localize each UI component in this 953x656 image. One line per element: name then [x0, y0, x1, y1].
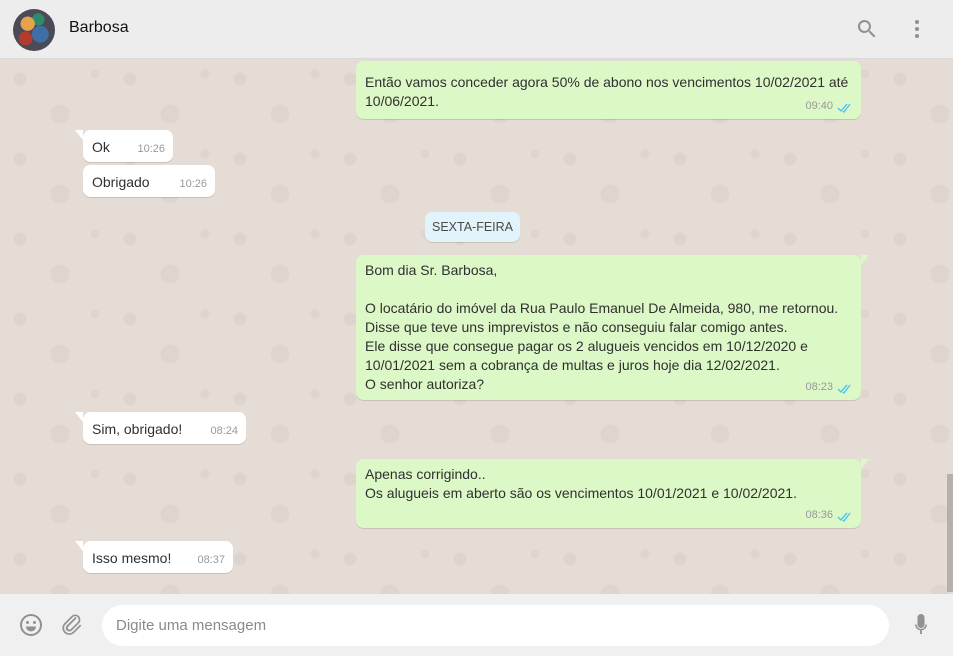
message-outgoing[interactable]: Então vamos conceder agora 50% de abono …	[356, 61, 861, 119]
contact-name[interactable]: Barbosa	[69, 19, 129, 37]
paperclip-icon[interactable]	[59, 612, 85, 638]
message-meta: 08:24	[210, 422, 238, 441]
kebab-menu-icon[interactable]	[905, 17, 929, 41]
message-list[interactable]: Então vamos conceder agora 50% de abono …	[0, 59, 953, 594]
message-incoming[interactable]: Obrigado 10:26	[83, 165, 215, 197]
message-time: 10:26	[179, 178, 207, 190]
message-meta: 10:26	[137, 140, 165, 159]
message-input-wrapper	[102, 605, 889, 646]
message-text: Bom dia Sr. Barbosa, O locatário do imóv…	[365, 262, 839, 392]
message-time: 08:24	[210, 425, 238, 437]
message-meta: 08:23	[805, 378, 853, 397]
message-outgoing[interactable]: Apenas corrigindo.. Os alugueis em abert…	[356, 459, 869, 528]
message-incoming[interactable]: Ok 10:26	[75, 130, 173, 162]
composer	[0, 594, 953, 656]
double-check-icon	[837, 101, 853, 114]
emoji-icon[interactable]	[18, 612, 44, 638]
message-meta: 08:36	[805, 506, 853, 525]
contact-avatar[interactable]	[13, 9, 55, 51]
message-text: Apenas corrigindo.. Os alugueis em abert…	[365, 466, 797, 501]
chat-header: Barbosa	[0, 0, 953, 59]
message-time: 10:26	[137, 143, 165, 155]
message-time: 08:23	[805, 381, 833, 393]
message-meta: 09:40	[805, 97, 853, 116]
search-icon[interactable]	[855, 17, 879, 41]
message-time: 08:36	[805, 509, 833, 521]
message-meta: 08:37	[197, 551, 225, 570]
message-incoming[interactable]: Isso mesmo! 08:37	[75, 541, 233, 573]
microphone-icon[interactable]	[908, 612, 934, 638]
message-outgoing[interactable]: Bom dia Sr. Barbosa, O locatário do imóv…	[356, 255, 869, 400]
message-incoming[interactable]: Sim, obrigado! 08:24	[75, 412, 246, 444]
message-time: 09:40	[805, 100, 833, 112]
chat-scrollbar[interactable]	[947, 474, 953, 592]
message-meta: 10:26	[179, 175, 207, 194]
message-input[interactable]	[102, 605, 889, 646]
double-check-icon	[837, 382, 853, 395]
message-time: 08:37	[197, 554, 225, 566]
day-divider: SEXTA-FEIRA	[425, 212, 520, 242]
message-text: Então vamos conceder agora 50% de abono …	[365, 74, 849, 109]
double-check-icon	[837, 510, 853, 523]
